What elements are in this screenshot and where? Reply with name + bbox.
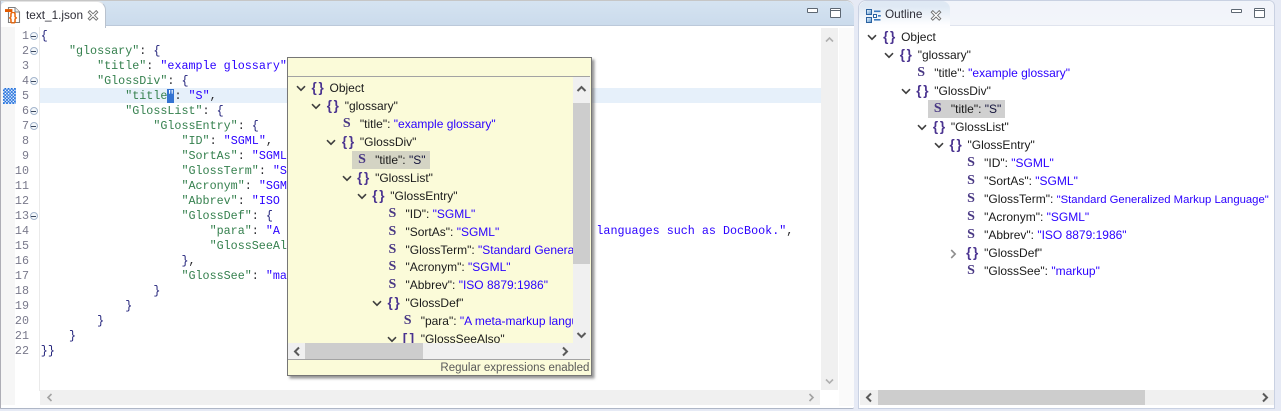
svg-text:{}: {} [9, 12, 18, 24]
